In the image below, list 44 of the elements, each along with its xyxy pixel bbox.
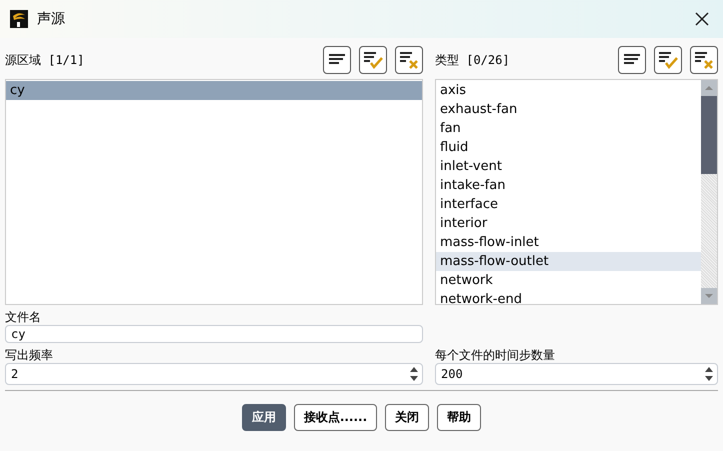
dialog-button[interactable]: 关闭 [385,404,430,431]
dialog-button[interactable]: 接收点...... [294,404,378,431]
list-item[interactable]: network-end [436,290,701,304]
spinner-arrows-icon[interactable] [409,365,419,383]
list-item[interactable]: mass-flow-inlet [436,233,701,252]
clear-list-icon [399,51,419,69]
list-item[interactable]: mass-flow-outlet [436,252,701,271]
list-item[interactable]: axis [436,81,701,100]
clear-list-icon [694,51,714,69]
field-label: 文件名 [5,309,42,325]
list-item[interactable]: network [436,271,701,290]
list-label: 类型 [0/26] [435,52,510,68]
list-item[interactable]: cy [6,81,422,100]
list-label: 源区域 [1/1] [5,52,84,68]
deselect-all-button[interactable] [690,46,718,74]
spinner-arrows-icon[interactable] [704,365,714,383]
list-button[interactable] [618,46,646,74]
number-field[interactable]: 2 [5,363,423,385]
dialog-button[interactable]: 应用 [242,404,286,431]
list-item[interactable]: inlet-vent [436,157,701,176]
field-label: 每个文件的时间步数量 [435,347,556,363]
check-list-icon [363,51,383,69]
list-item[interactable]: interior [436,214,701,233]
lines-icon [623,53,641,67]
dialog-button[interactable]: 帮助 [437,404,482,431]
select-all-button[interactable] [359,46,387,74]
select-all-button[interactable] [654,46,682,74]
number-field[interactable]: 200 [435,363,718,385]
window-title: 声源 [37,10,66,28]
lines-icon [328,53,346,67]
list-item[interactable]: fluid [436,138,701,157]
list-item[interactable]: intake-fan [436,176,701,195]
logo-icon [10,10,28,28]
deselect-all-button[interactable] [395,46,423,74]
file-name-field[interactable]: cy [5,325,423,343]
field-label: 写出频率 [5,347,54,363]
scrollbar-thumb[interactable] [701,96,717,174]
scrollbar[interactable] [701,80,717,304]
close-icon[interactable] [695,12,709,26]
list-item[interactable]: exhaust-fan [436,100,701,119]
list-item[interactable]: fan [436,119,701,138]
check-list-icon [658,51,678,69]
list-button[interactable] [323,46,351,74]
list-item[interactable]: interface [436,195,701,214]
